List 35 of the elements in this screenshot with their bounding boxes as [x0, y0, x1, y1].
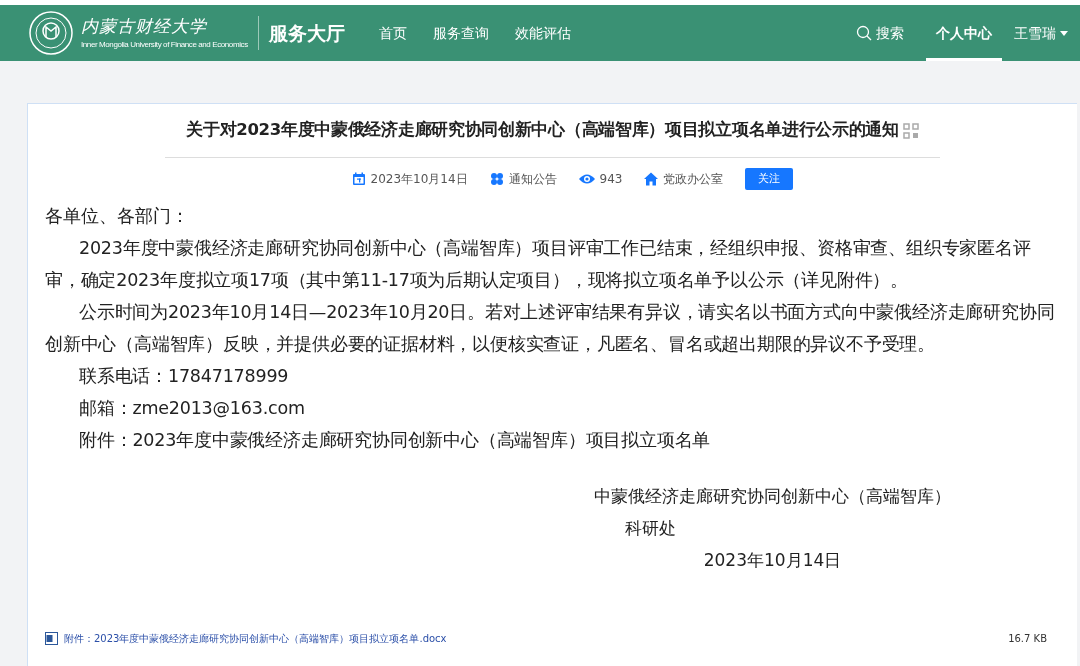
- signature-line: 中蒙俄经济走廊研究协同创新中心（高端智库）: [594, 485, 951, 508]
- attachment-link[interactable]: 附件：2023年度中蒙俄经济走廊研究协同创新中心（高端智库）项目拟立项名单.docx: [64, 631, 447, 646]
- meta-text: 2023年10月14日: [370, 171, 468, 188]
- user-menu[interactable]: 王雪瑞: [1014, 22, 1068, 44]
- search-icon: [856, 25, 872, 41]
- meta-text: 党政办公室: [663, 171, 724, 188]
- nav-link[interactable]: 效能评估: [514, 22, 571, 44]
- body-paragraph: 附件：2023年度中蒙俄经济走廊研究协同创新中心（高端智库）项目拟立项名单: [78, 429, 712, 452]
- follow-button[interactable]: 关注: [745, 168, 794, 190]
- university-english-name: Inner Mongolia University of Finance and Economics: [81, 40, 248, 49]
- file-size: 16.7 KB: [1008, 632, 1047, 646]
- article-title: 关于对2023年度中蒙俄经济走廊研究协同创新中心（高端智库）项目拟立项名单进行公示的通知: [186, 119, 899, 142]
- personal-center-tab[interactable]: 个人中心: [926, 5, 1002, 61]
- caret-icon: [1060, 30, 1068, 36]
- body-paragraph: 邮箱：zme2013@163.com: [78, 397, 306, 420]
- university-seal-icon: [29, 11, 73, 55]
- university-name: 内蒙古财经大学: [81, 17, 208, 35]
- site-title: 服务大厅: [268, 20, 345, 46]
- eye-icon: [578, 173, 595, 185]
- meta-text: 通知公告: [508, 171, 557, 188]
- nav-link[interactable]: 首页: [378, 22, 407, 44]
- salutation: 各单位、各部门：: [45, 205, 190, 228]
- signature-line: 2023年10月14日: [703, 549, 842, 572]
- signature-line: 科研处: [624, 517, 676, 540]
- meta-text: 943: [599, 171, 623, 188]
- body-paragraph: 联系电话：17847178999: [78, 365, 290, 388]
- body-paragraph: 2023年度中蒙俄经济走廊研究协同创新中心（高端智库）项目评审工作已结束，经组织申报、资格审查、组织专家匿名评审，确定2023年度拟立项17项（其中第11-17项为后期认定项目），现将拟立项名单予以公示（详见附件）。: [45, 237, 1032, 292]
- nav-link[interactable]: 服务查询: [432, 22, 489, 44]
- clover-icon: [489, 172, 504, 186]
- word-document-icon: [45, 632, 58, 645]
- home-icon: [644, 172, 659, 186]
- qr-code-icon: [902, 122, 919, 139]
- body-paragraph: 公示时间为2023年10月14日—2023年10月20日。若对上述评审结果有异议，请实名以书面方式向中蒙俄经济走廊研究协同创新中心（高端智库）反映，并提供必要的证据材料，以便核实查证，凡匿名、冒名或超出期限的异议不予受理。: [45, 301, 1056, 356]
- calendar-icon: [351, 172, 366, 186]
- search-button[interactable]: 搜索: [856, 22, 904, 44]
